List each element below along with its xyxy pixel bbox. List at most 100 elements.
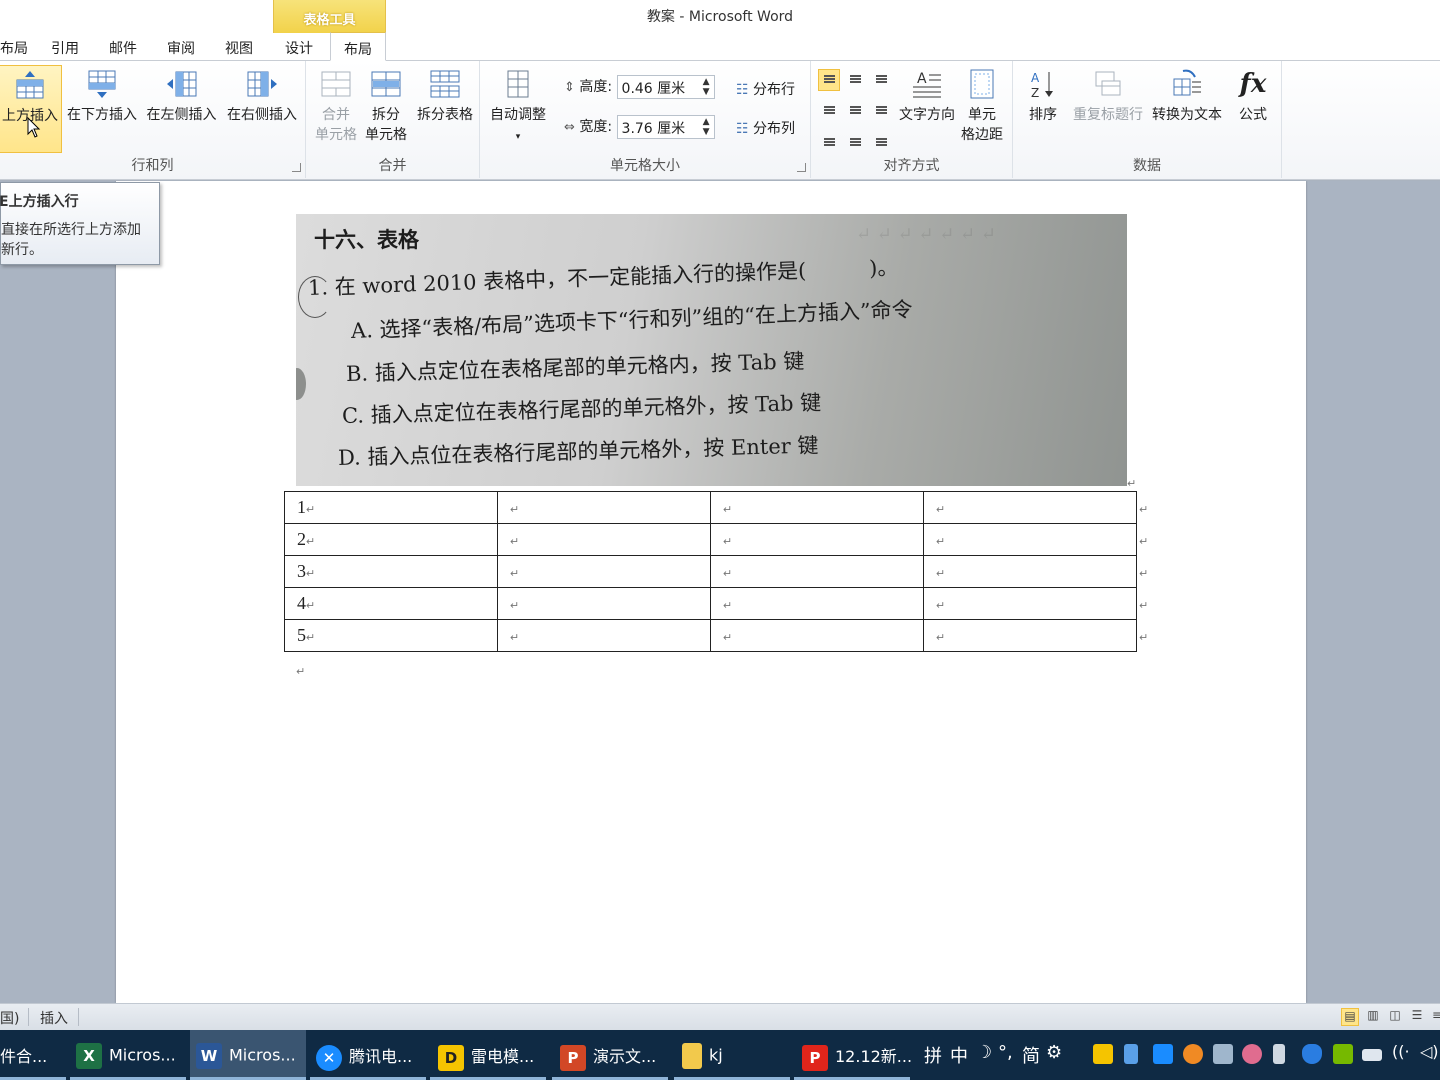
taskbar-item-app[interactable]: 件合... (0, 1030, 66, 1080)
qq-icon[interactable] (1183, 1044, 1203, 1064)
table-cell[interactable]: ↵ (710, 587, 924, 620)
table-cell[interactable]: ↵ (497, 491, 711, 524)
document-area[interactable]: ↵ ↵ ↵ ↵ ↵ ↵ ↵ 十六、表格 1. 在 word 2010 表格中，不… (0, 181, 1440, 1003)
document-table[interactable]: 1↵ ↵ ↵ ↵ 2↵ ↵ ↵ ↵ 3↵ ↵ ↵ ↵ 4↵ ↵ ↵ ↵ 5↵ ↵… (284, 491, 1137, 652)
table-cell[interactable]: ↵ (710, 555, 924, 588)
ime-punctuation-icon[interactable]: °, (998, 1042, 1013, 1063)
table-cell[interactable]: ↵ (923, 619, 1137, 652)
formula-button[interactable]: fx 公式 (1233, 69, 1273, 125)
table-cell[interactable]: 1↵ (284, 491, 498, 524)
repeat-header-rows-button[interactable]: 重复标题行 (1069, 69, 1147, 125)
sort-button[interactable]: AZ 排序 (1023, 69, 1063, 125)
table-cell[interactable]: ↵ (497, 587, 711, 620)
insert-above-button[interactable]: 上方插入 (0, 65, 62, 153)
insert-left-button[interactable]: 在左侧插入 (143, 69, 220, 125)
document-page[interactable]: ↵ ↵ ↵ ↵ ↵ ↵ ↵ 十六、表格 1. 在 word 2010 表格中，不… (116, 181, 1306, 1003)
taskbar-item-excel[interactable]: X Micros... (70, 1030, 186, 1080)
table-cell[interactable]: 3↵ (284, 555, 498, 588)
table-row[interactable]: 4↵ ↵ ↵ ↵ (284, 587, 1137, 620)
safe-remove-icon[interactable] (1273, 1044, 1285, 1064)
full-screen-reading-view-icon[interactable]: ▥ (1364, 1008, 1382, 1026)
merge-cells-button[interactable]: 合并 单元格 (312, 69, 360, 145)
align-middle-right-button[interactable] (870, 98, 892, 120)
ime-halfwidth-icon[interactable]: ☽ (976, 1042, 992, 1063)
tab-references[interactable]: 引用 (51, 38, 79, 58)
distribute-columns-button[interactable]: ☷ 分布列 (736, 118, 795, 138)
rows-columns-launcher-icon[interactable] (292, 163, 301, 172)
cell-size-launcher-icon[interactable] (797, 163, 806, 172)
nvidia-icon[interactable] (1333, 1044, 1353, 1064)
table-cell[interactable]: ↵ (710, 523, 924, 556)
row-height-field[interactable]: 0.46 厘米 ▲ ▼ (616, 75, 715, 99)
outline-view-icon[interactable]: ☰ (1408, 1008, 1426, 1026)
taskbar-item-tencent[interactable]: ✕ 腾讯电... (310, 1030, 426, 1080)
table-cell[interactable]: ↵ (497, 619, 711, 652)
cell-margins-button[interactable]: 单元 格边距 (957, 69, 1007, 145)
split-table-button[interactable]: 拆分表格 (412, 69, 478, 125)
security-shield-icon[interactable] (1302, 1044, 1322, 1064)
tab-mailings[interactable]: 邮件 (109, 38, 137, 58)
text-direction-button[interactable]: A 文字方向 (895, 69, 959, 125)
align-top-right-button[interactable] (870, 69, 892, 91)
draft-view-icon[interactable]: ≡ (1428, 1008, 1440, 1026)
table-cell[interactable]: ↵ (923, 491, 1137, 524)
usb-drive-icon[interactable] (1124, 1044, 1138, 1064)
table-row[interactable]: 1↵ ↵ ↵ ↵ (284, 491, 1137, 524)
tab-page-layout[interactable]: 布局 (0, 38, 28, 58)
ldplayer-tray-icon[interactable] (1093, 1044, 1113, 1064)
web-layout-view-icon[interactable]: ◫ (1386, 1008, 1404, 1026)
message-icon[interactable] (1213, 1044, 1233, 1064)
insert-below-button[interactable]: 在下方插入 (64, 69, 140, 125)
table-cell[interactable]: 2↵ (284, 523, 498, 556)
taskbar-item-pdf[interactable]: P 12.12新... (794, 1030, 912, 1080)
table-row[interactable]: 5↵ ↵ ↵ ↵ (284, 619, 1137, 652)
taskbar-item-folder[interactable]: kj (674, 1030, 790, 1080)
align-bottom-right-button[interactable] (870, 127, 892, 149)
tab-table-layout[interactable]: 布局 (330, 32, 386, 61)
exercise-photo[interactable]: ↵ ↵ ↵ ↵ ↵ ↵ ↵ 十六、表格 1. 在 word 2010 表格中，不… (296, 214, 1127, 486)
language-status[interactable]: 国) (0, 1008, 19, 1028)
ime-chinese-mode-icon[interactable]: 中 (950, 1042, 968, 1068)
table-cell[interactable]: ↵ (497, 523, 711, 556)
align-bottom-center-button[interactable] (844, 127, 866, 149)
distribute-rows-button[interactable]: ☷ 分布行 (736, 79, 795, 99)
table-cell[interactable]: ↵ (710, 619, 924, 652)
column-width-field[interactable]: 3.76 厘米 ▲ ▼ (616, 115, 715, 139)
print-layout-view-icon[interactable]: ▤ (1341, 1008, 1359, 1026)
tab-review[interactable]: 审阅 (167, 38, 195, 58)
align-middle-left-button[interactable] (818, 98, 840, 120)
align-top-center-button[interactable] (844, 69, 866, 91)
taskbar-item-powerpoint[interactable]: P 演示文... (552, 1030, 668, 1080)
tab-view[interactable]: 视图 (225, 38, 253, 58)
align-top-left-button[interactable] (818, 69, 840, 91)
align-middle-center-button[interactable] (844, 98, 866, 120)
ime-settings-icon[interactable]: ⚙ (1046, 1042, 1062, 1063)
ime-pinyin-icon[interactable]: 拼 (924, 1042, 942, 1068)
split-cells-button[interactable]: 拆分 单元格 (362, 69, 410, 145)
table-cell[interactable]: ↵ (710, 491, 924, 524)
insert-mode-status[interactable]: 插入 (40, 1008, 68, 1028)
ime-simplified-icon[interactable]: 简 (1022, 1042, 1040, 1068)
table-cell[interactable]: 5↵ (284, 619, 498, 652)
tray-app-icon[interactable] (1153, 1044, 1173, 1064)
table-cell[interactable]: ↵ (923, 555, 1137, 588)
align-bottom-left-button[interactable] (818, 127, 840, 149)
table-cell[interactable]: ↵ (497, 555, 711, 588)
table-cell[interactable]: ↵ (923, 587, 1137, 620)
taskbar-item-word[interactable]: W Micros... (190, 1030, 306, 1080)
table-cell[interactable]: 4↵ (284, 587, 498, 620)
autofit-button[interactable]: 自动调整 ▾ (486, 69, 550, 147)
spin-arrows-icon[interactable]: ▲ ▼ (703, 117, 710, 137)
volume-icon[interactable]: ◁) (1420, 1042, 1439, 1061)
wifi-icon[interactable]: ((· (1392, 1042, 1410, 1061)
table-row[interactable]: 3↵ ↵ ↵ ↵ (284, 555, 1137, 588)
convert-to-text-button[interactable]: 转换为文本 (1149, 69, 1225, 125)
tab-table-design[interactable]: 设计 (285, 38, 313, 58)
insert-right-button[interactable]: 在右侧插入 (222, 69, 302, 125)
table-cell[interactable]: ↵ (923, 523, 1137, 556)
taskbar-item-ldplayer[interactable]: D 雷电模... (430, 1030, 546, 1080)
battery-icon[interactable] (1362, 1049, 1382, 1061)
flower-icon[interactable] (1242, 1044, 1262, 1064)
spin-arrows-icon[interactable]: ▲ ▼ (703, 77, 710, 97)
table-row[interactable]: 2↵ ↵ ↵ ↵ (284, 523, 1137, 556)
